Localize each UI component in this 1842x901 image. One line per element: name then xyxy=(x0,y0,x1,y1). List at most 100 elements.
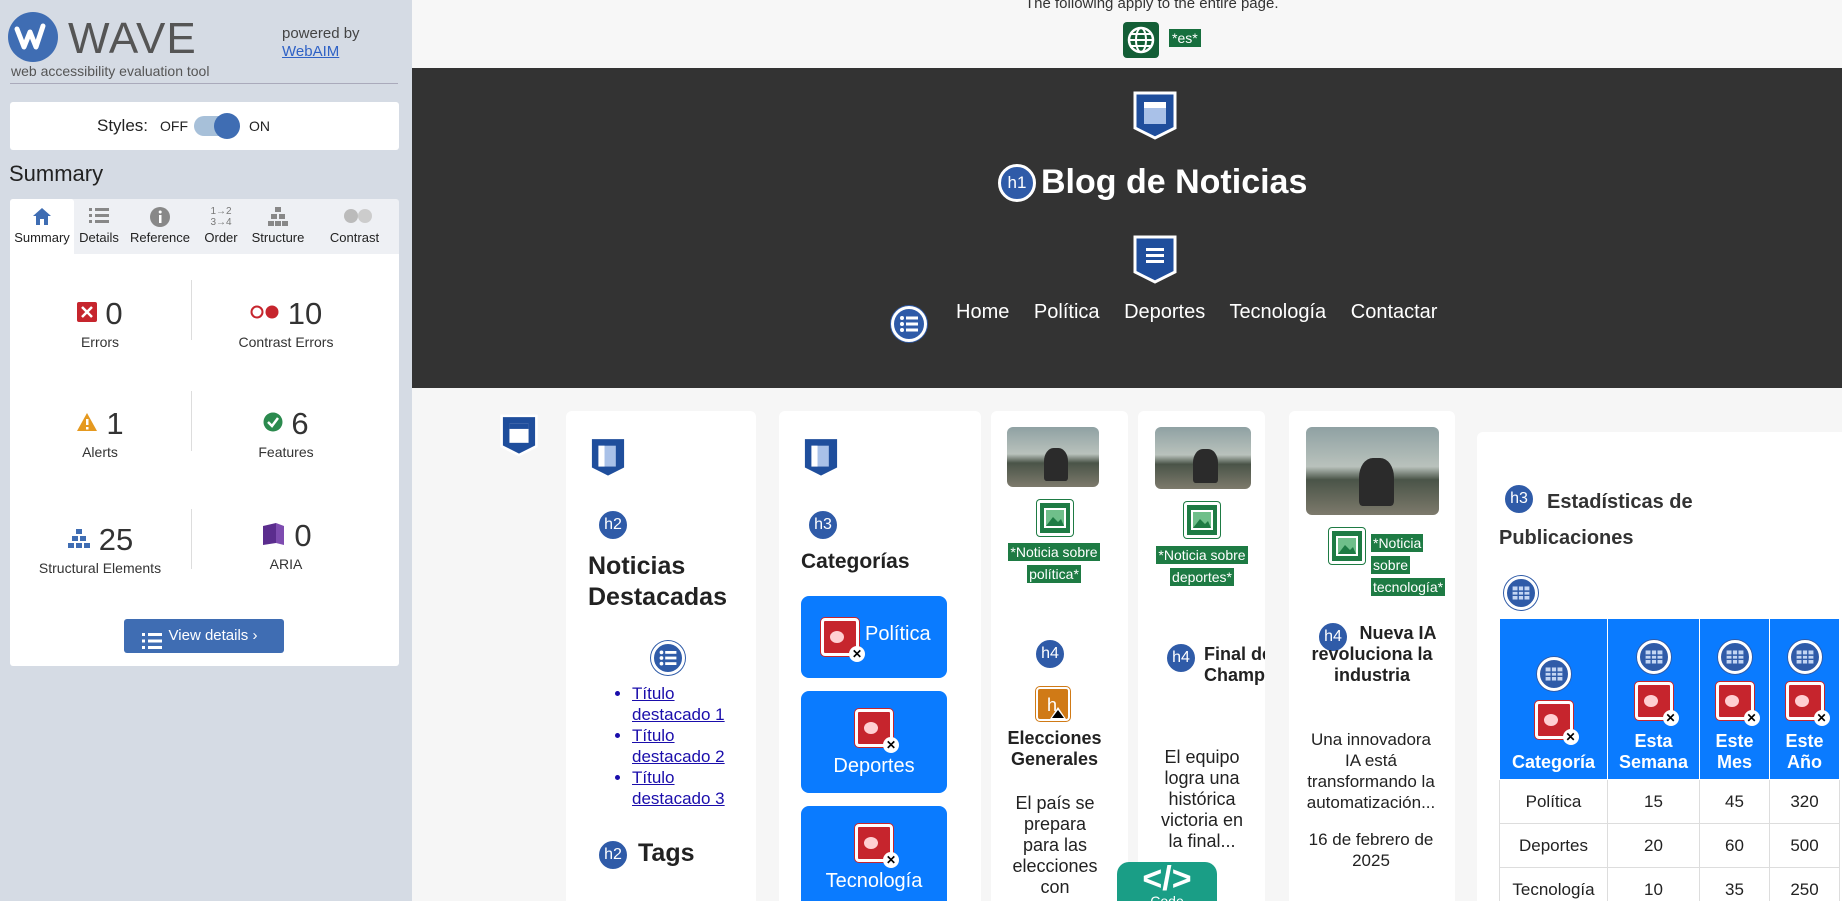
info-icon xyxy=(148,206,172,228)
error-icon xyxy=(77,301,98,327)
tab-summary[interactable]: Summary xyxy=(10,199,74,254)
summary-panel: 0 Errors 10 Contrast Errors 1 Alerts 6 F… xyxy=(10,254,399,666)
table-cell: 250 xyxy=(1769,867,1840,901)
styles-label: Styles: xyxy=(97,116,149,135)
main-region-icon[interactable] xyxy=(499,413,539,457)
tab-details[interactable]: Details xyxy=(74,199,124,254)
stat-label: Errors xyxy=(80,334,120,350)
webaim-link[interactable]: WebAIM xyxy=(282,43,339,60)
column-header: ✕ Este Mes xyxy=(1699,618,1770,780)
table-cell: 20 xyxy=(1607,823,1700,868)
list-item: Título destacado 1 xyxy=(632,683,747,725)
featured-list: Título destacado 1 Título destacado 2 Tí… xyxy=(632,683,747,809)
header-region-icon[interactable] xyxy=(1132,90,1178,140)
view-details-button[interactable]: View details › xyxy=(124,619,284,653)
navigation-region-icon[interactable] xyxy=(1132,234,1178,284)
close-icon: ✕ xyxy=(1743,710,1760,726)
nav-deportes[interactable]: Deportes xyxy=(1124,301,1205,323)
code-toggle-button[interactable]: </> Code xyxy=(1117,862,1217,901)
missing-alt-error-icon[interactable]: ✕ xyxy=(1634,682,1679,726)
stat-structural[interactable]: 25 Structural Elements xyxy=(10,522,190,576)
tab-contrast[interactable]: Contrast xyxy=(310,199,399,254)
unordered-list-icon[interactable] xyxy=(651,641,685,675)
stat-label: Alerts xyxy=(82,444,118,460)
table-cell: 320 xyxy=(1769,779,1840,824)
table-header-icon[interactable] xyxy=(1787,640,1822,674)
stat-features[interactable]: 6 Features xyxy=(196,406,376,460)
missing-alt-error-icon[interactable]: ✕ xyxy=(1785,682,1830,726)
aside-region-icon[interactable] xyxy=(801,435,841,479)
nav-home[interactable]: Home xyxy=(956,301,1009,323)
image-alt-text: *Noticia sobre deportes* xyxy=(1156,546,1248,586)
summary-title: Summary xyxy=(9,161,104,186)
styles-toggle-knob[interactable] xyxy=(214,113,240,139)
unordered-list-icon[interactable] xyxy=(891,306,927,342)
category-label: Deportes xyxy=(833,755,915,777)
applies-text: The following apply to the entire page. xyxy=(1025,0,1279,12)
wave-logo[interactable]: WAVE web accessibility evaluation tool p… xyxy=(8,8,400,83)
tab-order[interactable]: 1→2 3→4 Order xyxy=(196,199,246,254)
h2-badge[interactable]: h2 xyxy=(596,838,630,872)
stat-aria[interactable]: 0 ARIA xyxy=(196,518,376,572)
stat-value: 1 xyxy=(106,406,124,441)
missing-alt-error-icon[interactable]: ✕ xyxy=(1715,682,1760,726)
wave-logo-icon xyxy=(8,12,58,62)
image-alt-text: *Noticia sobre tecnología* xyxy=(1371,534,1446,596)
h1-badge[interactable]: h1 xyxy=(998,164,1036,202)
tab-label: Reference xyxy=(130,230,190,245)
news-text: El equipo logra una histórica victoria e… xyxy=(1160,747,1244,851)
table-cell: 10 xyxy=(1607,867,1700,901)
nav-politica[interactable]: Política xyxy=(1034,301,1100,323)
list-item: Título destacado 2 xyxy=(632,725,747,767)
missing-alt-error-icon[interactable]: ✕ xyxy=(1534,701,1579,745)
missing-alt-error-icon[interactable]: ✕ xyxy=(821,618,865,662)
table-row: Deportes 20 60 500 xyxy=(1499,823,1840,868)
close-icon: ✕ xyxy=(1562,729,1579,745)
nav-contactar[interactable]: Contactar xyxy=(1351,301,1438,323)
skipped-heading-alert-icon[interactable]: h xyxy=(1036,687,1070,721)
image-alt-feature-icon[interactable] xyxy=(1184,502,1220,538)
h3-badge[interactable]: h3 xyxy=(806,508,840,542)
site-title: Blog de Noticias xyxy=(1041,163,1308,201)
news-text: Una innovadora IA está transformando la … xyxy=(1306,730,1436,812)
news-card-deportes: *Noticia sobre deportes* h4 Final de la … xyxy=(1138,411,1265,901)
table-cell: 500 xyxy=(1769,823,1840,868)
table-cell: 60 xyxy=(1699,823,1770,868)
table-cell: Deportes xyxy=(1499,823,1608,868)
image-alt-feature-icon[interactable] xyxy=(1329,528,1365,564)
code-label: Code xyxy=(1150,893,1184,901)
aside-region-icon[interactable] xyxy=(588,435,628,479)
close-icon: ✕ xyxy=(883,852,899,868)
category-button-tecnologia[interactable]: ✕ Tecnología xyxy=(801,806,947,901)
h2-badge[interactable]: h2 xyxy=(596,508,630,542)
h4-badge[interactable]: h4 xyxy=(1033,637,1067,671)
language-icon[interactable] xyxy=(1123,22,1159,58)
list-item: Título destacado 3 xyxy=(632,767,747,809)
table-icon[interactable] xyxy=(1504,576,1538,610)
nav-tecnologia[interactable]: Tecnología xyxy=(1229,301,1326,323)
missing-alt-error-icon[interactable]: ✕ xyxy=(855,824,899,868)
featured-link-3[interactable]: Título destacado 3 xyxy=(632,768,725,808)
divider xyxy=(10,83,398,84)
close-icon: ✕ xyxy=(849,646,865,662)
column-header: ✕ Esta Semana xyxy=(1607,618,1700,780)
stat-label: Features xyxy=(258,444,314,460)
category-button-politica[interactable]: ✕ Política xyxy=(801,596,947,678)
category-button-deportes[interactable]: ✕ Deportes xyxy=(801,691,947,793)
tab-reference[interactable]: Reference xyxy=(124,199,196,254)
table-header-icon[interactable] xyxy=(1536,657,1571,691)
stat-contrast-errors[interactable]: 10 Contrast Errors xyxy=(196,296,376,350)
table-header-icon[interactable] xyxy=(1717,640,1752,674)
h4-badge[interactable]: h4 xyxy=(1164,641,1198,675)
missing-alt-error-icon[interactable]: ✕ xyxy=(855,709,899,753)
tab-structure[interactable]: Structure xyxy=(246,199,310,254)
news-image xyxy=(1306,427,1439,515)
stat-alerts[interactable]: 1 Alerts xyxy=(10,406,190,460)
image-alt-feature-icon[interactable] xyxy=(1037,500,1073,536)
stat-errors[interactable]: 0 Errors xyxy=(10,296,190,350)
panel-tabs: Summary Details Reference 1→2 3→4 Order S… xyxy=(10,199,399,254)
featured-link-1[interactable]: Título destacado 1 xyxy=(632,684,725,724)
column-header: ✕ Este Año xyxy=(1769,618,1840,780)
featured-link-2[interactable]: Título destacado 2 xyxy=(632,726,725,766)
table-header-icon[interactable] xyxy=(1636,640,1671,674)
